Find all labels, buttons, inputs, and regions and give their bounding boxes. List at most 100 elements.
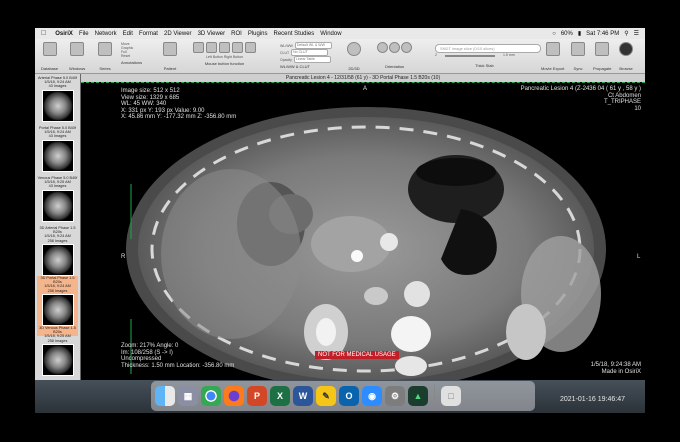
menu-recent-studies[interactable]: Recent Studies <box>271 31 318 37</box>
menu-3d-viewer[interactable]: 3D Viewer <box>195 31 229 37</box>
battery-percent[interactable]: 60% <box>561 31 573 37</box>
left-button-option[interactable]: Left Button <box>206 55 223 59</box>
notes-icon[interactable]: ✎ <box>316 386 336 406</box>
clut-dropdown[interactable]: No CLUT <box>291 49 329 56</box>
series-thumbnail[interactable] <box>41 189 74 222</box>
series-count: 43 Images <box>48 134 67 139</box>
axial-icon[interactable] <box>377 42 388 53</box>
menu-plugins[interactable]: Plugins <box>245 31 271 37</box>
spinous-process <box>395 356 427 376</box>
top-right-info: Pancreatic Lesion 4 (Z-2436 04 ( 61 y , … <box>521 86 641 112</box>
firefox-icon[interactable] <box>224 386 244 406</box>
database-tool[interactable]: Database <box>41 42 58 71</box>
wifi-icon[interactable]: ○ <box>552 31 556 37</box>
series-count: 258 Images <box>47 338 68 343</box>
patient-info: Pancreatic Lesion 4 (Z-2436 04 ( 61 y , … <box>520 86 641 92</box>
control-center-icon[interactable]: ☰ <box>634 30 639 37</box>
browse-label: Browse <box>619 66 633 71</box>
image-viewer[interactable]: Pancreatic Lesion 4 - 12/31/58 (61 y) - … <box>81 74 645 380</box>
menu-file[interactable]: File <box>76 31 92 37</box>
menu-format[interactable]: Format <box>136 31 161 37</box>
finder-icon[interactable] <box>155 386 175 406</box>
zoom-app-icon[interactable]: ◉ <box>362 386 382 406</box>
move-icon[interactable] <box>206 42 217 53</box>
app-menu[interactable]: OsiriX <box>52 31 76 37</box>
vertebra <box>391 316 431 352</box>
series-thumbnail[interactable] <box>41 343 74 376</box>
propagate-tool[interactable]: Propagate <box>593 42 611 71</box>
length-icon[interactable] <box>245 42 256 53</box>
series-count: 43 Images <box>48 84 67 89</box>
series-thumbnail[interactable] <box>41 243 74 276</box>
outlook-icon[interactable]: O <box>339 386 359 406</box>
2d3d-tool[interactable]: 2D/3D <box>347 42 361 71</box>
series-item[interactable]: 3D Venous Phase 1.5 B20s 1/5/18, 9:25 AM… <box>37 326 78 380</box>
windows-tool[interactable]: Windows <box>69 42 85 71</box>
protocol-name: T_TRIPHASE <box>603 99 641 106</box>
excel-icon[interactable]: X <box>270 386 290 406</box>
orientation-left: R <box>121 254 126 260</box>
right-button-option[interactable]: Right Button <box>224 55 243 59</box>
slice-search-field[interactable]: SNDT image slice (0/10 slices) <box>435 44 541 53</box>
database-icon <box>42 42 57 56</box>
trash-icon[interactable]: □ <box>441 386 461 406</box>
annotations-tool[interactable]: Move Graphic Full Reset Annotations <box>121 42 142 65</box>
series-title: 3D Portal Phase 1.5 B20s <box>40 276 75 285</box>
spotlight-icon[interactable]: ⚲ <box>624 30 628 37</box>
toolbar: Database Windows Series Move Graphic Ful… <box>35 39 645 74</box>
thick-slab-slider[interactable] <box>444 55 495 57</box>
propagate-icon <box>595 42 610 56</box>
patient-label: Patient <box>163 66 177 71</box>
wlww-dropdown[interactable]: Default WL & WW <box>294 42 332 49</box>
series-thumbnail[interactable] <box>41 89 74 122</box>
system-preferences-icon[interactable]: ⚙ <box>385 386 405 406</box>
coronal-icon[interactable] <box>389 42 400 53</box>
thickness-location: Thickness: 1.50 mm Location: -356.80 mm <box>121 362 235 369</box>
orientation-tool[interactable]: Orientation <box>377 42 412 69</box>
left-kidney <box>506 304 546 360</box>
menu-bar:  OsiriX File Network Edit Format 2D Vie… <box>35 28 645 39</box>
patient-tool[interactable]: Patient <box>163 42 177 71</box>
clock[interactable]: Sat 7:46 PM <box>586 31 619 37</box>
battery-icon: ▮ <box>577 31 582 37</box>
stomach-air <box>416 158 496 186</box>
propagate-label: Propagate <box>593 66 612 71</box>
right-kidney-pelvis <box>316 318 336 346</box>
series-thumbnail[interactable] <box>41 293 74 326</box>
series-thumbnail[interactable] <box>41 139 74 172</box>
made-in-osirix: Made in OsiriX <box>601 368 641 375</box>
browse-tool[interactable]: Browse <box>619 42 633 71</box>
word-icon[interactable]: W <box>293 386 313 406</box>
launchpad-icon[interactable]: ▦ <box>178 386 198 406</box>
series-count: 43 Images <box>48 184 67 189</box>
thick-slab-label: Thick Slab <box>475 63 494 68</box>
menu-edit[interactable]: Edit <box>120 31 136 37</box>
menu-window[interactable]: Window <box>317 31 344 37</box>
thick-slab-mm: 1.5 mm <box>502 53 515 57</box>
sync-tool[interactable]: Sync <box>571 42 585 71</box>
movie-export-tool[interactable]: Movie Export <box>541 42 564 71</box>
wlww-group-label: WL/WW & CLUT <box>280 64 310 69</box>
sagittal-icon[interactable] <box>401 42 412 53</box>
osirix-icon[interactable]: ▲ <box>408 386 428 406</box>
apple-menu-icon[interactable]:  <box>35 30 52 37</box>
contrast-icon[interactable] <box>193 42 204 53</box>
sync-icon <box>571 42 585 56</box>
opacity-dropdown[interactable]: Linear Table <box>293 56 331 63</box>
database-label: Database <box>41 66 59 71</box>
chrome-icon[interactable] <box>201 386 221 406</box>
annot-option-reset[interactable]: Reset <box>121 54 130 58</box>
mouse-function-tool[interactable]: Left Button Right Button Mouse button fu… <box>193 42 256 66</box>
menu-2d-viewer[interactable]: 2D Viewer <box>161 31 195 37</box>
series-count: 258 Images <box>47 288 68 293</box>
windows-icon <box>70 42 85 56</box>
ivc <box>364 287 388 305</box>
zoom-icon[interactable] <box>219 42 230 53</box>
series-tool[interactable]: Series <box>98 42 112 71</box>
series-title: 3D Venous Phase 1.5 B20s <box>39 326 76 335</box>
rotate-icon[interactable] <box>232 42 243 53</box>
menu-network[interactable]: Network <box>92 31 120 37</box>
menu-roi[interactable]: ROI <box>228 31 245 37</box>
movie-export-label: Movie Export <box>541 66 565 71</box>
powerpoint-icon[interactable]: P <box>247 386 267 406</box>
